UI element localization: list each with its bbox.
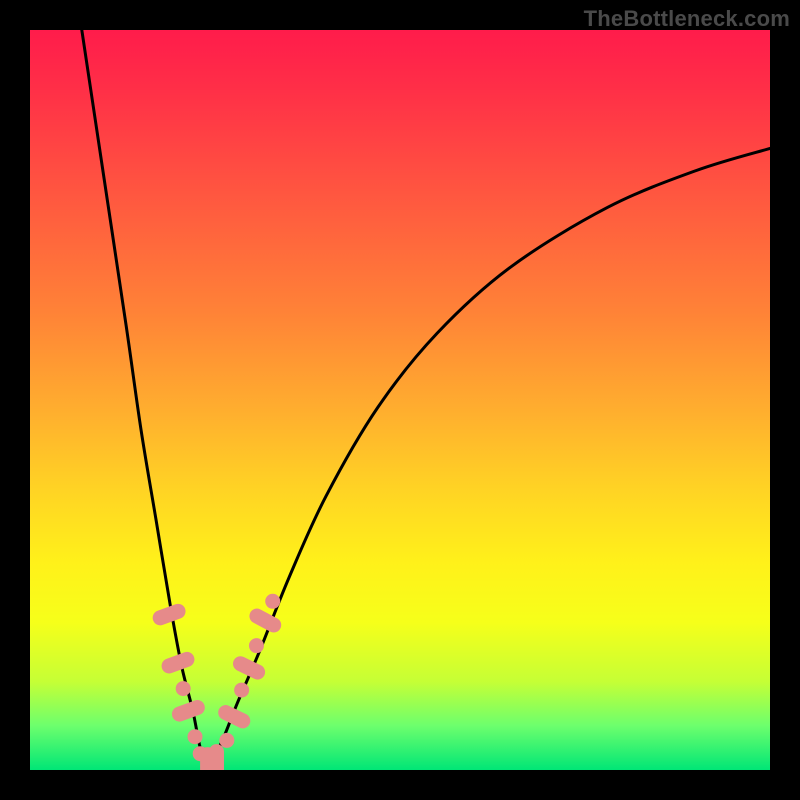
marker-dot xyxy=(249,638,264,653)
marker-dot xyxy=(265,594,280,609)
curve-layer xyxy=(30,30,770,770)
watermark-text: TheBottleneck.com xyxy=(584,6,790,32)
marker-dot xyxy=(219,733,234,748)
curve-markers xyxy=(151,594,284,770)
plot-area xyxy=(30,30,770,770)
marker-dot xyxy=(188,729,203,744)
series-right-branch xyxy=(208,148,770,770)
marker-capsule xyxy=(247,606,284,635)
marker-capsule xyxy=(170,698,207,724)
chart-stage: TheBottleneck.com xyxy=(0,0,800,800)
marker-capsule xyxy=(209,744,224,770)
marker-dot xyxy=(176,681,191,696)
marker-dot xyxy=(234,683,249,698)
